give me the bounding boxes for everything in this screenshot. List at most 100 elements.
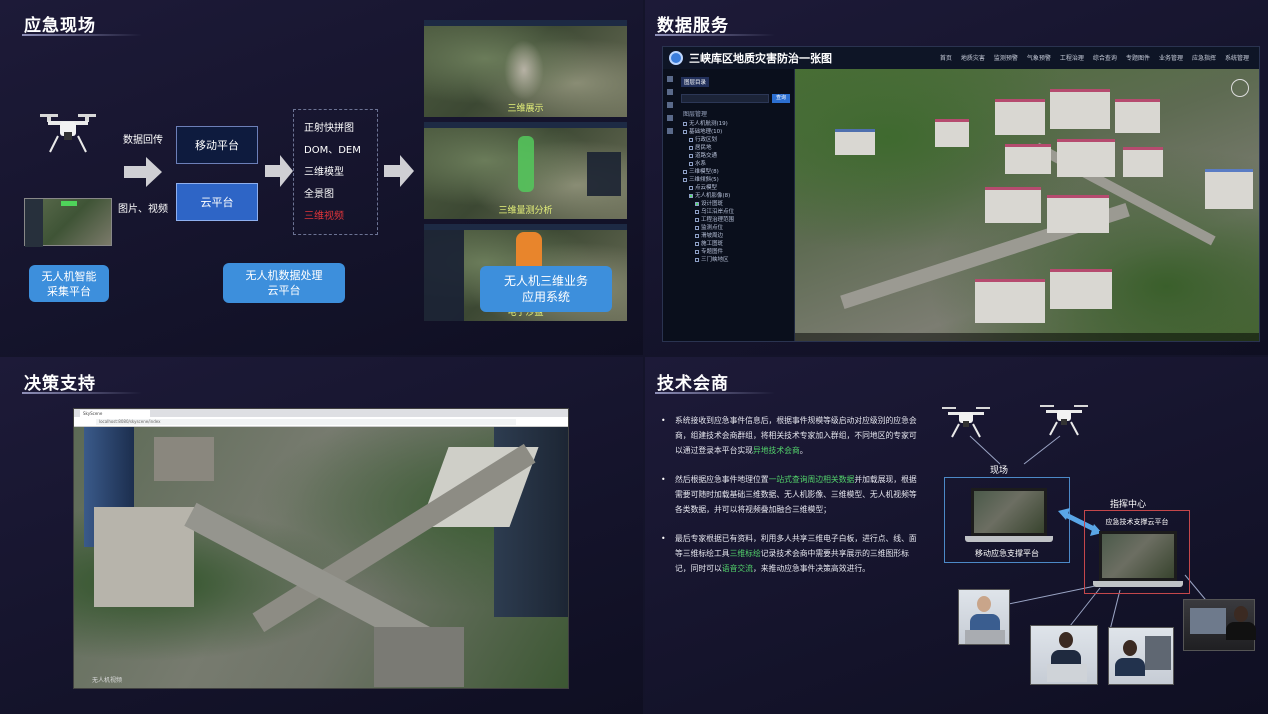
command-center-frame: 应急技术支撑云平台 — [1084, 510, 1190, 594]
uav-3d-app-line2: 应用系统 — [521, 290, 570, 304]
compass-icon[interactable] — [1231, 79, 1249, 97]
nav-item[interactable]: 专题图件 — [1126, 53, 1150, 62]
tree-item[interactable]: 道路交通 — [695, 153, 717, 159]
uav-collect-platform: 无人机智能 采集平台 — [29, 265, 109, 302]
uav-processing-line2: 云平台 — [267, 284, 301, 297]
layer-search-input[interactable] — [681, 94, 769, 103]
uav-collect-line1: 无人机智能 — [41, 269, 97, 283]
measure-icon[interactable] — [667, 89, 673, 95]
tree-item[interactable]: 基础地理(10) — [689, 129, 722, 135]
tree-item[interactable]: 设计图斑 — [701, 201, 723, 207]
title-underline — [655, 34, 775, 36]
tree-item[interactable]: 水系 — [695, 161, 706, 167]
nav-item[interactable]: 工程治理 — [1060, 53, 1084, 62]
mobile-platform-box: 移动平台 — [176, 126, 258, 164]
uav-3d-app-label: 无人机三维业务 应用系统 — [480, 266, 612, 312]
screenshot-3d-display: 三维展示 — [424, 20, 627, 117]
tree-item[interactable]: 施工图斑 — [701, 241, 723, 247]
panel-tab[interactable]: 图层目录 — [681, 77, 710, 87]
section-title-emergency: 应急现场 — [24, 16, 96, 36]
scene-label: 现场 — [990, 466, 1009, 476]
expert-photo — [1030, 625, 1098, 685]
laptop-screen — [1099, 531, 1177, 581]
title-underline — [22, 392, 142, 394]
gis-top-nav: 首页 地质灾害 监测预警 气象预警 工程治理 综合查询 专题图件 业务管理 应急… — [940, 53, 1249, 62]
emergency-scene-panel: 应急现场 无人机智能 采集平台 数据回传 图片、视频 移动平台 云平台 无人机数… — [0, 0, 643, 355]
gis-app-title: 三峡库区地质灾害防治一张图 — [689, 52, 832, 65]
product-item: DOM、DEM — [304, 145, 361, 156]
screenshot-caption: 三维展示 — [507, 104, 544, 114]
settings-icon[interactable] — [667, 102, 673, 108]
screenshot-3d-measure: 三维量测分析 — [424, 122, 627, 219]
title-underline — [655, 392, 775, 394]
tree-item[interactable]: 点云模型 — [695, 185, 717, 191]
app-logo-icon — [669, 51, 683, 65]
browser-tab[interactable]: SkyScene — [80, 410, 150, 417]
nav-item[interactable]: 气象预警 — [1027, 53, 1051, 62]
video-footer-label: 无人机视频 — [92, 677, 123, 684]
nav-item[interactable]: 业务管理 — [1159, 53, 1183, 62]
expert-photo — [1108, 627, 1174, 685]
gis-3d-map[interactable] — [795, 69, 1259, 341]
tree-item[interactable]: 无人机航测(19) — [689, 121, 728, 127]
tree-item[interactable]: 三维模型(8) — [689, 169, 719, 175]
nav-item[interactable]: 应急指挥 — [1192, 53, 1216, 62]
tree-item[interactable]: 工程治理范围 — [701, 217, 734, 223]
browser-tab-strip: SkyScene — [74, 409, 568, 417]
tree-item[interactable]: 居民地 — [695, 145, 712, 151]
uav-processing-platform: 无人机数据处理 云平台 — [223, 263, 345, 303]
laptop-base — [965, 536, 1053, 542]
title-underline — [22, 34, 142, 36]
consultation-bullets: 系统接收到应急事件信息后，根据事件规模等级启动对应级别的应急会商，组建技术会商群… — [661, 413, 919, 590]
tree-item[interactable]: 三维倾斜(5) — [689, 177, 719, 183]
nav-item[interactable]: 系统管理 — [1225, 53, 1249, 62]
tree-item[interactable]: 无人机影像(8) — [695, 193, 730, 199]
nav-item[interactable]: 地质灾害 — [961, 53, 985, 62]
bullet-item: 系统接收到应急事件信息后，根据事件规模等级启动对应级别的应急会商，组建技术会商群… — [661, 413, 919, 458]
nav-item[interactable]: 综合查询 — [1093, 53, 1117, 62]
product-item-highlight: 三维视频 — [304, 211, 344, 222]
address-bar[interactable]: localhost:8080/skyscene/index — [96, 419, 516, 425]
bullet-item: 然后根据应急事件地理位置一站式查询周边相关数据并加载展现，根据需要可随时加载基础… — [661, 472, 919, 517]
arrow-right-icon — [265, 155, 293, 187]
mobile-support-frame: 移动应急支撑平台 — [944, 477, 1070, 563]
chart-icon[interactable] — [667, 115, 673, 121]
gis-header: 三峡库区地质灾害防治一张图 首页 地质灾害 监测预警 气象预警 工程治理 综合查… — [663, 47, 1259, 69]
nav-item[interactable]: 监测预警 — [994, 53, 1018, 62]
city-3d-view[interactable] — [74, 427, 568, 688]
map-status-bar — [795, 333, 1259, 341]
section-title-data-service: 数据服务 — [657, 16, 729, 36]
tree-item[interactable]: 乌江沿岸点位 — [701, 209, 734, 215]
gis-app-window: 三峡库区地质灾害防治一张图 首页 地质灾害 监测预警 气象预警 工程治理 综合查… — [662, 46, 1260, 342]
uav-collect-line2: 采集平台 — [47, 284, 91, 298]
layers-icon[interactable] — [667, 76, 673, 82]
section-title-decision: 决策支持 — [24, 374, 96, 394]
layer-panel: 图层目录 查询 图层管理 无人机航测(19) 基础地理(10) 行政区划 居民地… — [677, 69, 795, 341]
globe-icon[interactable] — [667, 128, 673, 134]
expert-photo — [958, 589, 1010, 645]
cloud-platform-box: 云平台 — [176, 183, 258, 221]
tree-item[interactable]: 专题图件 — [701, 249, 723, 255]
section-title-tech: 技术会商 — [657, 374, 729, 394]
product-item: 三维模型 — [304, 167, 344, 178]
layer-tree-title: 图层管理 — [683, 111, 708, 118]
tree-item[interactable]: 滑坡周边 — [701, 233, 723, 239]
tree-item[interactable]: 三门峡地区 — [701, 257, 729, 263]
command-center-label: 指挥中心 — [1110, 500, 1147, 510]
screenshot-caption: 三维量测分析 — [498, 206, 553, 216]
nav-item[interactable]: 首页 — [940, 53, 952, 62]
mobile-support-label: 移动应急支撑平台 — [975, 549, 1039, 558]
laptop-screen — [971, 488, 1047, 536]
layer-search-button[interactable]: 查询 — [772, 94, 790, 103]
browser-toolbar: localhost:8080/skyscene/index — [74, 417, 568, 427]
uav-collect-thumbnail — [24, 198, 112, 247]
image-video-label: 图片、视频 — [118, 204, 168, 215]
cloud-support-label: 应急技术支撑云平台 — [1105, 518, 1169, 526]
uav-3d-app-line1: 无人机三维业务 — [503, 274, 588, 288]
layer-tree: 无人机航测(19) 基础地理(10) 行政区划 居民地 道路交通 水系 三维模型… — [677, 120, 794, 264]
gis-tool-rail — [663, 69, 677, 341]
product-item: 正射快拼图 — [304, 123, 354, 134]
tree-item[interactable]: 监测点位 — [701, 225, 723, 231]
tree-item[interactable]: 行政区划 — [695, 137, 717, 143]
laptop-base — [1093, 581, 1183, 587]
